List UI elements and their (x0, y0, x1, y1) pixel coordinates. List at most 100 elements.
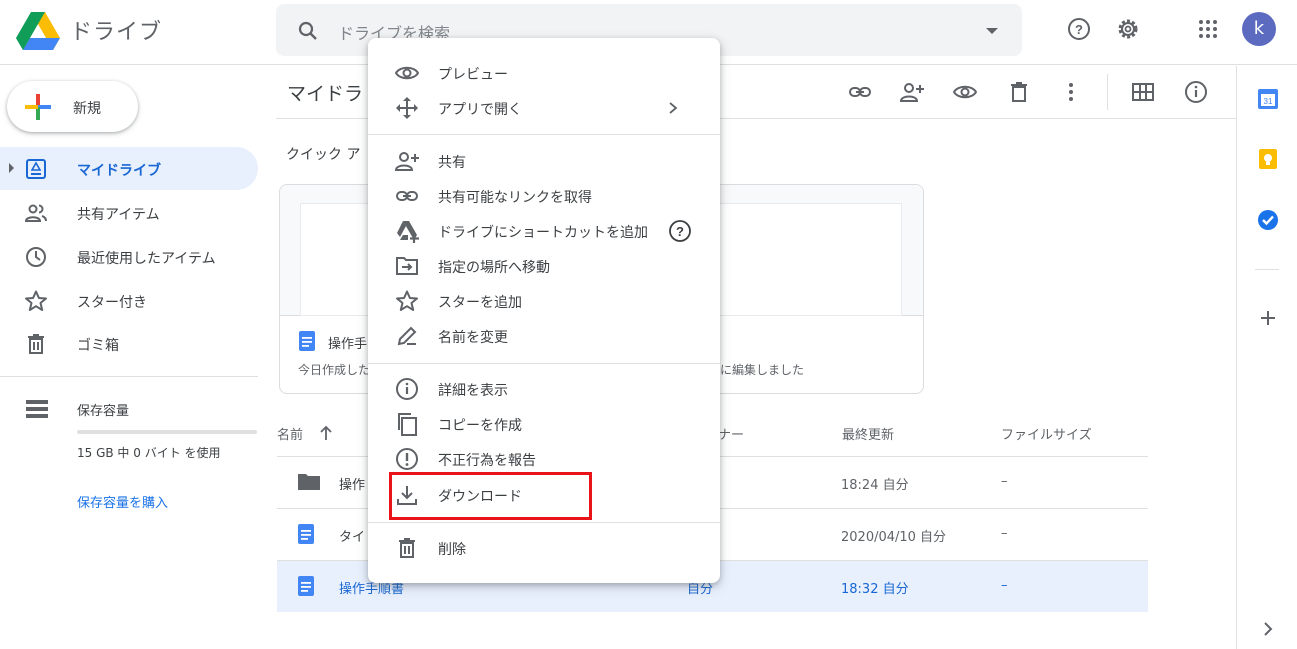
side-panel-rail: 31 (1236, 66, 1297, 649)
file-size: – (1001, 578, 1008, 593)
folder-move-icon (396, 257, 418, 275)
card-subtitle: 今日作成した (298, 363, 371, 377)
menu-item-rename[interactable]: 名前を変更 (368, 318, 720, 353)
sort-arrow-up-icon[interactable] (319, 425, 333, 441)
menu-item-move[interactable]: 指定の場所へ移動 (368, 248, 720, 283)
drive-logo-icon[interactable] (16, 12, 60, 50)
sidebar-divider (0, 376, 258, 377)
file-name: タイ (339, 530, 366, 545)
info-icon[interactable] (1184, 80, 1208, 104)
storage-icon (26, 400, 48, 418)
column-header-size[interactable]: ファイルサイズ (1001, 424, 1092, 443)
apps-grid-icon[interactable] (1195, 16, 1221, 42)
calendar-icon[interactable]: 31 (1257, 88, 1279, 110)
person-add-icon[interactable] (900, 80, 924, 104)
card-subtitle-edit: に編集しました (720, 363, 805, 377)
menu-item-label: スターを追加 (438, 295, 522, 311)
storage-usage-text: 15 GB 中 0 バイト を使用 (77, 446, 221, 460)
sidebar-item-label: 最近使用したアイテム (77, 251, 216, 267)
toolbar-divider (1107, 74, 1108, 110)
sidebar-item-trash[interactable]: ゴミ箱 (0, 322, 258, 365)
trash-icon (28, 334, 44, 354)
menu-item-label: ドライブにショートカットを追加 (438, 225, 648, 241)
menu-item-label: アプリで開く (438, 102, 522, 118)
sidebar-item-recent[interactable]: 最近使用したアイテム (0, 235, 258, 278)
sidebar-item-starred[interactable]: スター付き (0, 279, 258, 322)
file-modified: 18:24 自分 (841, 478, 909, 493)
add-addon-icon[interactable] (1257, 307, 1279, 329)
card-file-name: 操作手 (328, 337, 368, 352)
rail-divider (1255, 269, 1279, 270)
menu-divider (368, 134, 720, 135)
storage-label[interactable]: 保存容量 (77, 400, 129, 419)
buy-storage-link[interactable]: 保存容量を購入 (77, 492, 168, 511)
trash-icon[interactable] (1007, 80, 1031, 104)
eye-icon[interactable] (953, 80, 977, 104)
app-name[interactable]: ドライブ (70, 14, 162, 46)
menu-item-label: 共有可能なリンクを取得 (438, 190, 592, 206)
menu-item-label: プレビュー (438, 67, 508, 83)
account-avatar[interactable]: k (1242, 12, 1276, 46)
menu-item-details[interactable]: 詳細を表示 (368, 371, 720, 406)
grid-view-icon[interactable] (1131, 80, 1155, 104)
keep-icon[interactable] (1257, 148, 1279, 170)
storage-usage-bar (77, 430, 257, 434)
menu-item-preview[interactable]: プレビュー (368, 55, 720, 90)
menu-item-label: 共有 (438, 155, 466, 171)
menu-item-get-link[interactable]: 共有可能なリンクを取得 (368, 178, 720, 213)
download-highlight-box (389, 472, 592, 520)
menu-item-share[interactable]: 共有 (368, 143, 720, 178)
sidebar-item-label: ゴミ箱 (77, 338, 119, 354)
file-size: – (1001, 474, 1008, 489)
chevron-right-icon[interactable] (1257, 618, 1279, 640)
menu-item-label: 不正行為を報告 (438, 453, 536, 469)
menu-item-label: 名前を変更 (438, 330, 508, 346)
file-size: – (1001, 526, 1008, 541)
expand-arrow-icon[interactable] (9, 163, 14, 173)
sidebar-item-my-drive[interactable]: マイドライブ (0, 147, 258, 190)
settings-gear-icon[interactable] (1115, 16, 1141, 42)
menu-item-open-with[interactable]: アプリで開く (368, 90, 720, 125)
file-modified: 18:32 自分 (841, 582, 909, 597)
google-docs-icon (298, 524, 314, 544)
info-icon (396, 378, 418, 400)
report-icon (396, 448, 418, 470)
sidebar-item-label: マイドライブ (77, 163, 161, 179)
menu-item-delete[interactable]: 削除 (368, 530, 720, 565)
column-name-label: 名前 (277, 428, 304, 443)
menu-item-report-abuse[interactable]: 不正行為を報告 (368, 441, 720, 476)
more-vert-icon[interactable] (1059, 80, 1083, 104)
google-docs-icon (299, 331, 315, 351)
copy-icon (398, 413, 417, 436)
page-title[interactable]: マイドラ (287, 79, 363, 106)
column-header-owner[interactable]: ナー (718, 424, 744, 443)
drive-shortcut-icon (397, 221, 419, 243)
sidebar-item-shared[interactable]: 共有アイテム (0, 191, 258, 234)
menu-item-label: 詳細を表示 (438, 383, 508, 399)
tasks-icon[interactable] (1257, 209, 1279, 231)
move-arrows-icon (396, 97, 418, 119)
menu-item-make-copy[interactable]: コピーを作成 (368, 406, 720, 441)
new-button[interactable]: 新規 (7, 81, 138, 132)
star-icon (25, 290, 47, 311)
search-options-icon[interactable] (986, 28, 998, 34)
help-icon[interactable]: ? (668, 219, 692, 243)
column-header-name[interactable]: 名前 (277, 424, 332, 443)
google-docs-icon (298, 576, 314, 596)
svg-text:?: ? (676, 224, 684, 239)
file-modified: 2020/04/10 自分 (841, 530, 947, 545)
plus-icon (25, 94, 51, 120)
menu-item-add-star[interactable]: スターを追加 (368, 283, 720, 318)
help-icon[interactable]: ? (1066, 16, 1092, 42)
person-add-icon (395, 152, 419, 171)
trash-icon (399, 538, 415, 558)
menu-item-add-shortcut[interactable]: ドライブにショートカットを追加 ? (368, 213, 720, 248)
column-header-modified[interactable]: 最終更新 (842, 424, 894, 443)
link-icon[interactable] (848, 80, 872, 104)
search-icon[interactable] (296, 19, 320, 43)
link-icon (396, 191, 418, 201)
new-button-label: 新規 (73, 101, 101, 117)
my-drive-icon (26, 159, 46, 179)
menu-item-label: 削除 (438, 542, 466, 558)
svg-text:?: ? (1075, 22, 1083, 37)
